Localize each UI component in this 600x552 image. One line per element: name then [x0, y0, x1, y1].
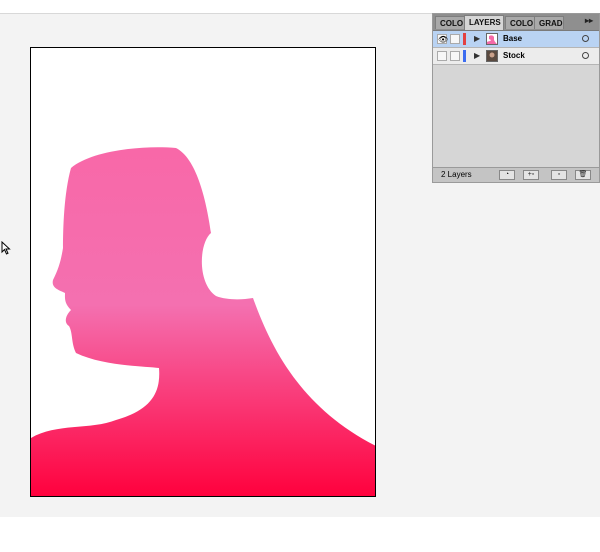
- target-circle-icon[interactable]: [582, 52, 589, 59]
- layer-name[interactable]: Base: [503, 34, 522, 43]
- layer-row-base[interactable]: 👁 ▶ Base: [433, 31, 599, 48]
- layer-color-bar: [463, 50, 466, 62]
- expand-arrow-icon[interactable]: ▶: [474, 34, 480, 43]
- make-clipping-mask-icon[interactable]: ◔: [499, 170, 515, 180]
- layer-thumbnail: [486, 33, 498, 45]
- tab-color-guide[interactable]: COLO: [505, 16, 535, 29]
- lock-toggle[interactable]: [450, 34, 460, 44]
- layer-thumbnail: [486, 50, 498, 62]
- tab-color[interactable]: COLO: [435, 16, 465, 29]
- artboard[interactable]: [30, 47, 376, 497]
- layer-name[interactable]: Stock: [503, 51, 525, 60]
- expand-arrow-icon[interactable]: ▶: [474, 51, 480, 60]
- eye-hidden-toggle[interactable]: [437, 51, 447, 61]
- panel-footer: 2 Layers ◔ +▫ ▫ 🗑: [433, 167, 599, 182]
- trash-icon[interactable]: 🗑: [575, 170, 591, 180]
- layers-empty-area: [433, 65, 599, 166]
- tab-layers[interactable]: LAYERS: [464, 15, 504, 30]
- layers-panel: COLO LAYERS COLO GRAD ▸▸ 👁 ▶ Base ▶ Stoc…: [432, 13, 600, 183]
- head-silhouette: [31, 147, 375, 496]
- layer-row-stock[interactable]: ▶ Stock: [433, 48, 599, 65]
- layer-color-bar: [463, 33, 466, 45]
- double-arrow-right-icon[interactable]: ▸▸: [585, 16, 593, 25]
- create-sublayer-icon[interactable]: +▫: [523, 170, 539, 180]
- layer-count: 2 Layers: [441, 170, 472, 179]
- target-circle-icon[interactable]: [582, 35, 589, 42]
- create-layer-icon[interactable]: ▫: [551, 170, 567, 180]
- panel-tabs: COLO LAYERS COLO GRAD ▸▸: [433, 14, 599, 31]
- lock-toggle[interactable]: [450, 51, 460, 61]
- arrow-cursor-icon: [1, 241, 11, 255]
- tab-gradient[interactable]: GRAD: [534, 16, 564, 29]
- silhouette-artwork[interactable]: [31, 48, 376, 497]
- eye-icon[interactable]: 👁: [437, 34, 448, 44]
